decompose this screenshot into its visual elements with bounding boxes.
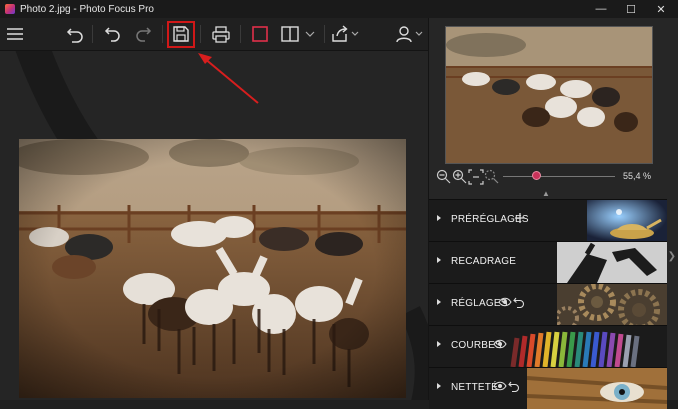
section-presets[interactable]: PRÉRÉGLAGES (429, 199, 667, 241)
colored-pencils-art (507, 326, 667, 367)
eye-icon[interactable] (498, 296, 512, 308)
undo-button[interactable] (100, 22, 126, 46)
panel-expand-chevron-icon[interactable]: ❯ (668, 251, 676, 262)
reset-icon[interactable] (513, 296, 525, 308)
minimize-button[interactable]: — (586, 0, 616, 18)
chevron-down-icon (305, 31, 315, 37)
undo-all-button[interactable] (62, 22, 88, 46)
print-button[interactable] (208, 22, 234, 46)
close-button[interactable]: ✕ (646, 0, 676, 18)
expand-arrow-icon (437, 299, 441, 305)
redo-button[interactable] (130, 22, 156, 46)
zoom-out-icon[interactable] (436, 169, 452, 185)
undo-all-icon (66, 28, 83, 43)
zoom-value: 55,4 % (622, 171, 651, 181)
expand-arrow-icon (437, 215, 441, 221)
print-icon (212, 26, 230, 43)
image-canvas[interactable] (0, 51, 428, 400)
right-panel: 55,4 % ▲ PRÉRÉGLAGES RECADRAGE RÉGLAGES (428, 18, 678, 409)
main-photo (19, 139, 406, 398)
zoom-slider[interactable] (503, 176, 615, 177)
expand-arrow-icon (437, 383, 441, 389)
section-curves[interactable]: COURBES (429, 325, 667, 367)
plus-icon[interactable] (514, 212, 526, 224)
zoom-in-icon[interactable] (452, 169, 468, 185)
maximize-button[interactable]: ☐ (616, 0, 646, 18)
preview-thumbnail (446, 27, 652, 163)
section-sharpness[interactable]: NETTETÉ (429, 367, 667, 409)
eye-icon[interactable] (493, 380, 507, 392)
export-button[interactable] (330, 22, 362, 46)
split-view-dropdown[interactable] (302, 22, 318, 46)
hands-frame-art (557, 242, 667, 283)
tiger-eye-art (527, 368, 667, 409)
split-view-button[interactable] (277, 22, 303, 46)
menu-icon (7, 28, 23, 40)
expand-arrow-icon (437, 341, 441, 347)
app-logo-icon (5, 4, 15, 14)
expand-arrow-icon (437, 257, 441, 263)
user-icon (396, 26, 423, 43)
reset-icon[interactable] (508, 380, 520, 392)
section-label: NETTETÉ (451, 382, 498, 393)
user-button[interactable] (394, 22, 426, 46)
section-crop[interactable]: RECADRAGE (429, 241, 667, 283)
window-title: Photo 2.jpg - Photo Focus Pro (20, 3, 154, 15)
crop-frame-button[interactable] (247, 22, 273, 46)
crop-frame-icon (252, 26, 268, 42)
collapse-chevron-icon[interactable]: ▲ (542, 189, 550, 198)
actual-size-icon[interactable] (484, 169, 500, 185)
menu-button[interactable] (2, 22, 28, 46)
navigator-preview[interactable] (445, 26, 653, 164)
redo-icon (136, 27, 152, 42)
save-button-highlight (167, 21, 195, 48)
zoom-controls: 55,4 % (429, 166, 678, 188)
undo-icon (104, 27, 120, 42)
section-label: RECADRAGE (451, 256, 517, 267)
export-icon (332, 25, 359, 42)
zoom-slider-handle[interactable] (532, 171, 542, 180)
gears-art (557, 284, 667, 325)
title-bar: Photo 2.jpg - Photo Focus Pro — ☐ ✕ (0, 0, 678, 18)
split-view-icon (281, 26, 299, 42)
fit-to-screen-icon[interactable] (468, 169, 484, 185)
section-adjustments[interactable]: RÉGLAGES (429, 283, 667, 325)
magic-lamp-art (587, 200, 667, 241)
eye-icon[interactable] (493, 338, 507, 350)
